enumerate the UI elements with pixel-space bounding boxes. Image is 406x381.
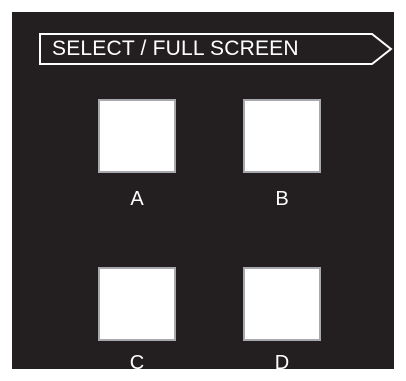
button-c-label: C: [129, 352, 145, 374]
button-d[interactable]: [243, 267, 321, 341]
button-a-label: A: [130, 188, 144, 210]
button-c[interactable]: [98, 267, 176, 341]
button-b-label: B: [275, 188, 289, 210]
button-a[interactable]: [98, 99, 176, 173]
button-b[interactable]: [243, 99, 321, 173]
button-d-label: D: [274, 352, 290, 374]
header-text: SELECT / FULL SCREEN: [52, 37, 299, 60]
control-panel: SELECT / FULL SCREEN A B C D: [12, 12, 394, 374]
select-full-screen-label: SELECT / FULL SCREEN: [39, 33, 393, 65]
